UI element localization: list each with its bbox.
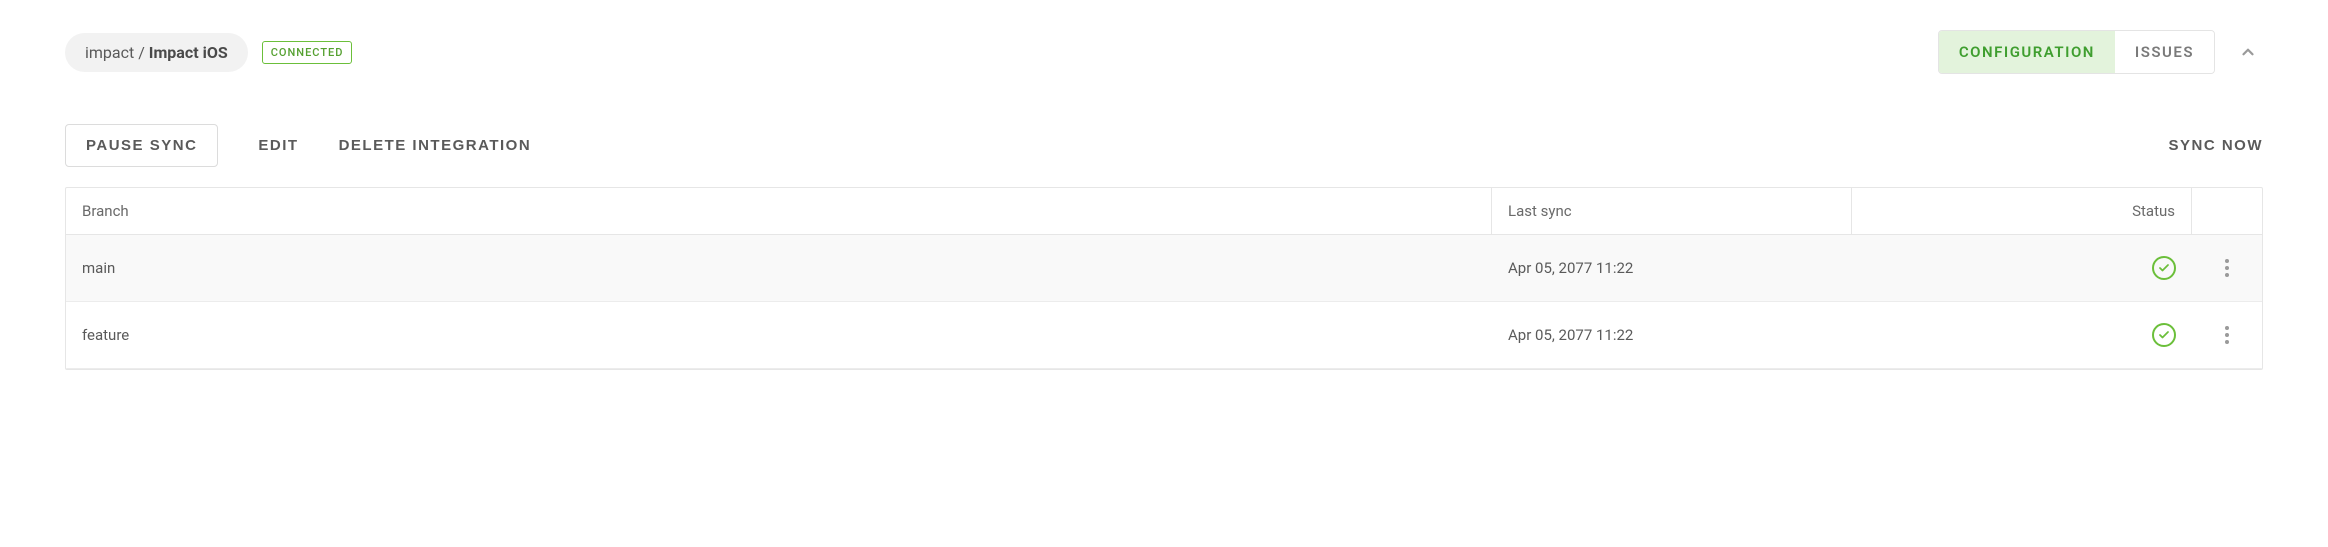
edit-button[interactable]: EDIT xyxy=(258,125,298,166)
status-cell xyxy=(1852,238,2192,298)
row-menu-button[interactable] xyxy=(2219,320,2235,350)
pause-sync-button[interactable]: PAUSE SYNC xyxy=(65,124,218,167)
status-cell xyxy=(1852,305,2192,365)
breadcrumb-org: impact xyxy=(85,43,134,62)
tab-configuration[interactable]: CONFIGURATION xyxy=(1939,31,2115,73)
column-header-actions xyxy=(2192,197,2262,225)
breadcrumb-separator: / xyxy=(134,43,149,62)
branch-name: feature xyxy=(66,308,1492,362)
sync-now-button[interactable]: SYNC NOW xyxy=(2169,125,2264,166)
column-header-last-sync: Last sync xyxy=(1492,188,1852,234)
check-circle-icon xyxy=(2152,256,2176,280)
delete-integration-button[interactable]: DELETE INTEGRATION xyxy=(339,125,532,166)
column-header-status: Status xyxy=(1852,188,2192,234)
chevron-up-icon[interactable] xyxy=(2233,37,2263,67)
connected-badge: CONNECTED xyxy=(262,41,353,64)
table-header-row: Branch Last sync Status xyxy=(66,188,2262,235)
last-sync-value: Apr 05, 2077 11:22 xyxy=(1492,241,1852,295)
row-menu-button[interactable] xyxy=(2219,253,2235,283)
tab-group: CONFIGURATION ISSUES xyxy=(1938,30,2215,74)
tab-issues[interactable]: ISSUES xyxy=(2115,31,2214,73)
branches-table: Branch Last sync Status main Apr 05, 207… xyxy=(65,187,2263,370)
last-sync-value: Apr 05, 2077 11:22 xyxy=(1492,308,1852,362)
breadcrumb-project: Impact iOS xyxy=(149,43,228,62)
branch-name: main xyxy=(66,241,1492,295)
column-header-branch: Branch xyxy=(66,188,1492,234)
table-row: main Apr 05, 2077 11:22 xyxy=(66,235,2262,302)
table-row: feature Apr 05, 2077 11:22 xyxy=(66,302,2262,369)
breadcrumb[interactable]: impact / Impact iOS xyxy=(65,33,248,72)
check-circle-icon xyxy=(2152,323,2176,347)
